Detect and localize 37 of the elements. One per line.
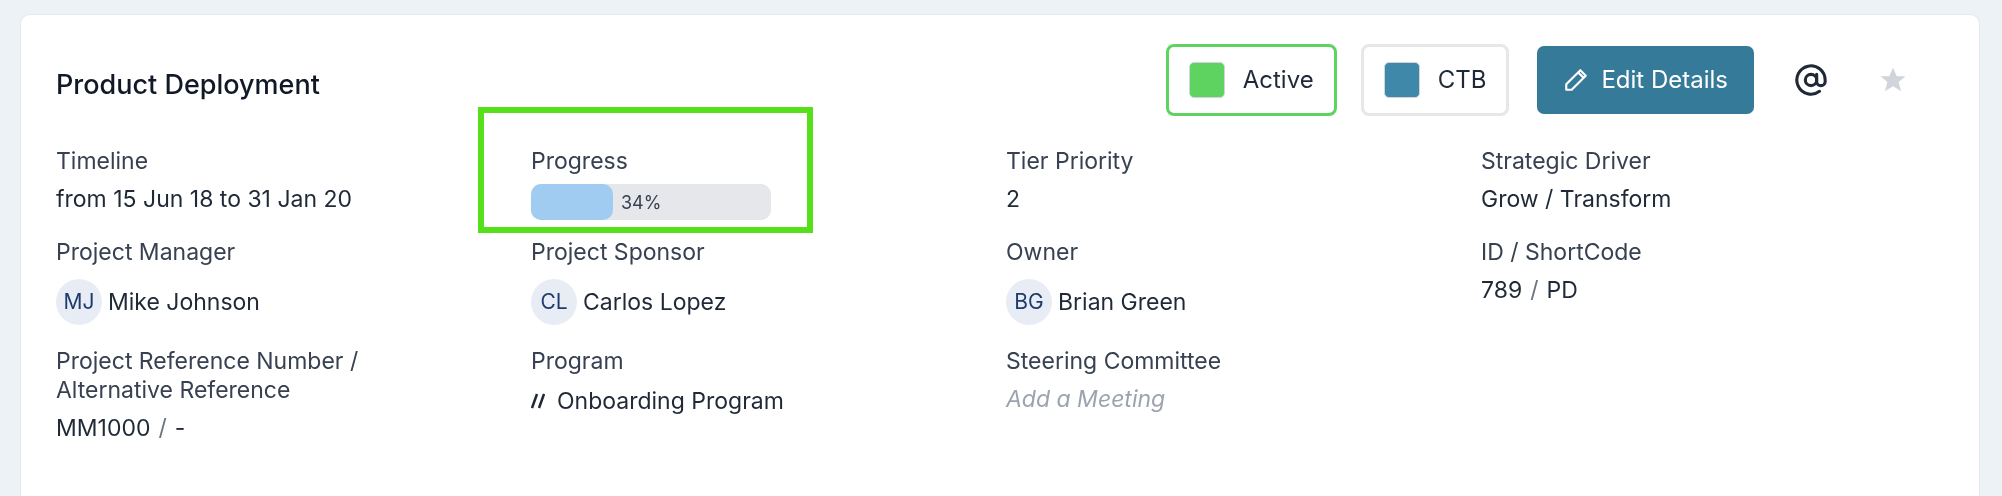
person-name[interactable]: Brian Green (1058, 284, 1187, 320)
field-label: Owner (1006, 238, 1080, 267)
field-value: Grow / Transform (1481, 184, 1673, 214)
field-value: - (174, 413, 186, 443)
color-swatch (1188, 62, 1225, 98)
field-label: Project Manager (56, 238, 237, 267)
field-label: Timeline (56, 147, 150, 176)
field-label: ID / ShortCode (1481, 238, 1643, 267)
field-value: 789 (1481, 275, 1523, 305)
field-value: from 15 Jun 18 to 31 Jan 20 (56, 184, 354, 214)
field-label: Program (531, 347, 625, 376)
program-link[interactable]: Onboarding Program (557, 384, 784, 419)
color-swatch (1383, 62, 1420, 98)
field-label: Project Sponsor (531, 238, 706, 267)
field-value: 2 (1006, 184, 1022, 214)
person-name[interactable]: Mike Johnson (108, 284, 260, 320)
field-value: MM1000 (56, 413, 151, 443)
project-title: Product Deployment (56, 66, 320, 103)
separator: / (1530, 275, 1539, 305)
progress-reading: 34% (621, 190, 662, 215)
field-label: Tier Priority (1006, 147, 1135, 176)
mention-icon[interactable] (1794, 63, 1828, 97)
field-label: Steering Committee (1006, 347, 1223, 376)
field-label: Progress (531, 147, 629, 176)
status-chip[interactable]: CTB (1360, 44, 1510, 116)
field-value: PD (1546, 275, 1578, 305)
avatar: BG (1006, 279, 1052, 325)
separator: / (158, 413, 167, 443)
status-chip[interactable]: Active (1165, 44, 1337, 116)
avatar: CL (531, 279, 577, 325)
field-label: Strategic Driver (1481, 147, 1652, 176)
pencil-icon (1563, 67, 1590, 93)
avatar: MJ (56, 279, 102, 325)
slashes-icon (531, 393, 545, 410)
edit-details-button[interactable]: Edit Details (1537, 46, 1754, 114)
person-name[interactable]: Carlos Lopez (583, 284, 727, 320)
field-label: Project Reference Number / Alternative Reference (56, 347, 360, 405)
